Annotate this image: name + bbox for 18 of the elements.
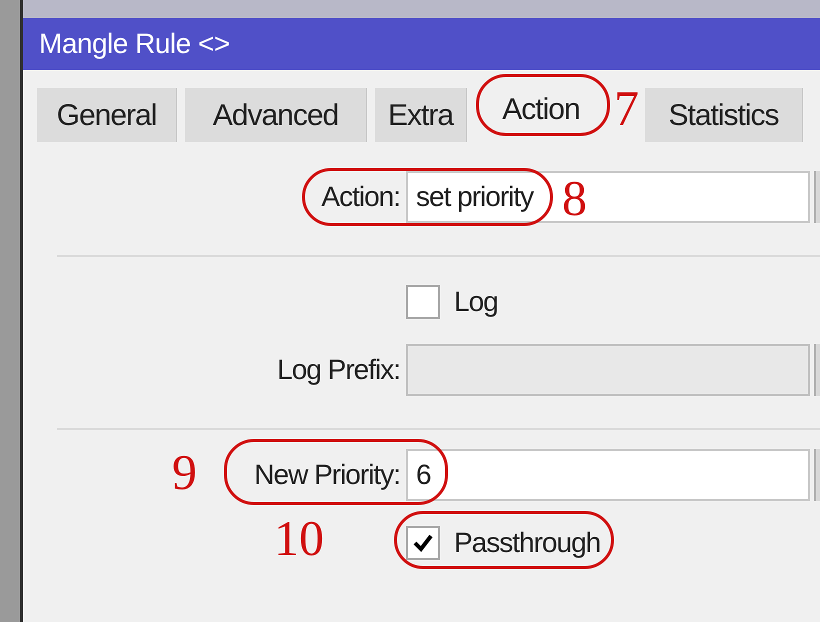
tab[interactable]: Extra [375, 88, 467, 142]
checkbox-label: Passthrough [454, 526, 600, 560]
annotation-number: 7 [614, 80, 639, 136]
annotation-number: 10 [274, 510, 324, 566]
checkbox-label: Log [454, 285, 498, 319]
annotation-number: 9 [172, 444, 197, 500]
tab[interactable]: Statistics [645, 88, 803, 142]
window-title: Mangle Rule <> [39, 27, 230, 61]
field-label: New Priority: [254, 458, 400, 492]
field-label: Log Prefix: [277, 353, 400, 387]
annotation-number: 8 [562, 170, 587, 226]
checkbox[interactable] [406, 526, 440, 560]
input-field[interactable]: 6 [406, 449, 810, 501]
field-label: Action: [321, 180, 400, 214]
check-icon [413, 534, 433, 552]
tab[interactable]: General [37, 88, 177, 142]
checkbox[interactable] [406, 285, 440, 319]
tab[interactable]: Advanced [185, 88, 367, 142]
